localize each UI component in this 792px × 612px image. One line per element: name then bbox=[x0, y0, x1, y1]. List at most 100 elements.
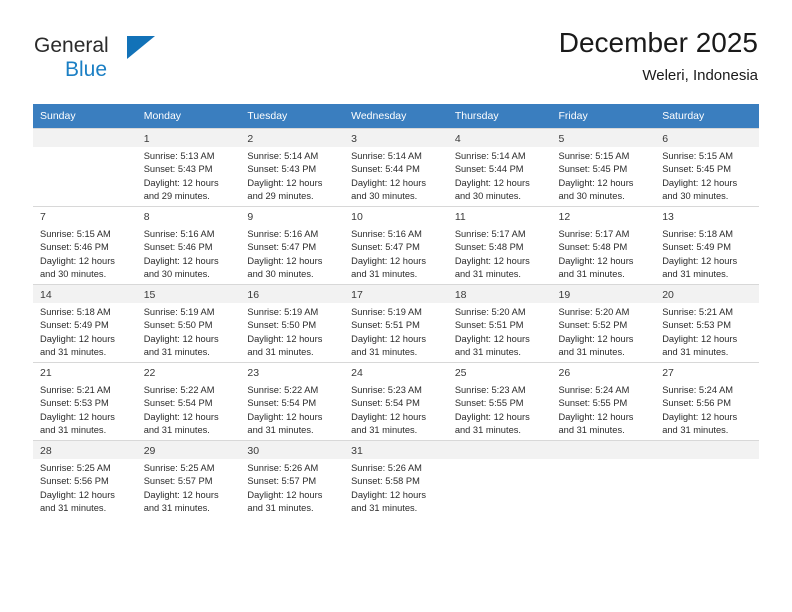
calendar-day-cell[interactable]: 21 Sunrise: 5:21 AM Sunset: 5:53 PM Dayligh… bbox=[33, 362, 137, 440]
day-detail-lines: Sunrise: 5:20 AM Sunset: 5:52 PM Daylight:… bbox=[559, 306, 650, 359]
calendar-day-cell[interactable]: 2 Sunrise: 5:14 AM Sunset: 5:43 PM Daylight… bbox=[240, 128, 345, 206]
sunset-text: Sunset: 5:47 PM bbox=[247, 242, 317, 253]
day-detail-lines: Sunrise: 5:14 AM Sunset: 5:44 PM Daylight:… bbox=[351, 150, 442, 203]
daylight-text-line2: and 30 minutes. bbox=[351, 190, 418, 201]
calendar-day-cell[interactable]: 9 Sunrise: 5:16 AM Sunset: 5:47 PM Daylight… bbox=[240, 206, 345, 284]
daylight-text-line1: Daylight: 12 hours bbox=[247, 489, 323, 500]
daylight-text-line1: Daylight: 12 hours bbox=[558, 411, 634, 422]
day-number: 14 bbox=[40, 289, 52, 301]
calendar-day-cell[interactable]: 31 Sunrise: 5:26 AM Sunset: 5:58 PM Dayligh… bbox=[344, 440, 448, 518]
sunrise-text: Sunrise: 5:19 AM bbox=[143, 307, 215, 317]
day-detail-lines: Sunrise: 5:20 AM Sunset: 5:51 PM Daylight:… bbox=[455, 306, 546, 359]
calendar-day-cell[interactable] bbox=[447, 440, 552, 518]
calendar-day-cell[interactable]: 23 Sunrise: 5:22 AM Sunset: 5:54 PM Dayligh… bbox=[240, 362, 345, 440]
day-cell-content: 2 Sunrise: 5:14 AM Sunset: 5:43 PM Daylight… bbox=[240, 128, 345, 206]
daylight-text-line2: and 30 minutes. bbox=[662, 190, 729, 201]
calendar-day-cell[interactable]: 25 Sunrise: 5:23 AM Sunset: 5:55 PM Dayligh… bbox=[447, 362, 552, 440]
daylight-text-line2: and 31 minutes. bbox=[247, 502, 314, 513]
calendar-day-cell[interactable]: 10 Sunrise: 5:16 AM Sunset: 5:47 PM Dayligh… bbox=[344, 206, 448, 284]
sunrise-text: Sunrise: 5:25 AM bbox=[143, 463, 215, 473]
calendar-week-row: 28 Sunrise: 5:25 AM Sunset: 5:56 PM Dayligh… bbox=[33, 440, 759, 518]
daylight-text-line1: Daylight: 12 hours bbox=[558, 255, 634, 266]
day-number: 7 bbox=[40, 211, 46, 223]
calendar-day-cell[interactable]: 11 Sunrise: 5:17 AM Sunset: 5:48 PM Dayligh… bbox=[447, 206, 552, 284]
calendar-day-cell[interactable]: 18 Sunrise: 5:20 AM Sunset: 5:51 PM Dayligh… bbox=[447, 284, 552, 362]
daylight-text-line2: and 31 minutes. bbox=[351, 424, 418, 435]
calendar-day-cell[interactable]: 5 Sunrise: 5:15 AM Sunset: 5:45 PM Daylight… bbox=[551, 128, 656, 206]
calendar-day-cell[interactable] bbox=[33, 128, 137, 206]
daylight-text-line1: Daylight: 12 hours bbox=[351, 411, 427, 422]
calendar-day-cell[interactable]: 8 Sunrise: 5:16 AM Sunset: 5:46 PM Daylight… bbox=[136, 206, 241, 284]
daylight-text-line2: and 31 minutes. bbox=[454, 268, 521, 279]
daylight-text-line1: Daylight: 12 hours bbox=[247, 411, 323, 422]
calendar-day-cell[interactable]: 4 Sunrise: 5:14 AM Sunset: 5:44 PM Daylight… bbox=[447, 128, 552, 206]
daylight-text-line2: and 31 minutes. bbox=[454, 424, 521, 435]
sunrise-text: Sunrise: 5:16 AM bbox=[351, 229, 422, 239]
day-number: 9 bbox=[247, 211, 254, 223]
day-cell-content: 15 Sunrise: 5:19 AM Sunset: 5:50 PM Dayligh… bbox=[136, 284, 241, 362]
sunset-text: Sunset: 5:49 PM bbox=[662, 242, 731, 253]
calendar-day-cell[interactable]: 3 Sunrise: 5:14 AM Sunset: 5:44 PM Daylight… bbox=[344, 128, 448, 206]
daylight-text-line2: and 30 minutes. bbox=[454, 190, 521, 201]
calendar-day-cell[interactable]: 24 Sunrise: 5:23 AM Sunset: 5:54 PM Dayligh… bbox=[344, 362, 448, 440]
day-detail-lines: Sunrise: 5:23 AM Sunset: 5:55 PM Daylight:… bbox=[455, 384, 546, 437]
calendar-day-cell[interactable]: 20 Sunrise: 5:21 AM Sunset: 5:53 PM Dayligh… bbox=[655, 284, 759, 362]
day-number: 1 bbox=[143, 133, 150, 145]
day-cell-content: 6 Sunrise: 5:15 AM Sunset: 5:45 PM Daylight… bbox=[655, 128, 759, 206]
day-number: 31 bbox=[351, 445, 363, 457]
day-number: 2 bbox=[247, 133, 254, 145]
sunrise-text: Sunrise: 5:13 AM bbox=[143, 151, 215, 161]
sunrise-text: Sunrise: 5:25 AM bbox=[40, 463, 111, 473]
calendar-day-cell[interactable]: 13 Sunrise: 5:18 AM Sunset: 5:49 PM Dayligh… bbox=[655, 206, 759, 284]
day-cell-content: 8 Sunrise: 5:16 AM Sunset: 5:46 PM Daylight… bbox=[136, 206, 241, 284]
calendar-day-cell[interactable]: 12 Sunrise: 5:17 AM Sunset: 5:48 PM Dayligh… bbox=[551, 206, 656, 284]
day-cell-content: 13 Sunrise: 5:18 AM Sunset: 5:49 PM Dayligh… bbox=[655, 206, 759, 284]
daylight-text-line1: Daylight: 12 hours bbox=[351, 255, 427, 266]
daylight-text-line2: and 31 minutes. bbox=[40, 424, 107, 435]
calendar-day-cell[interactable]: 6 Sunrise: 5:15 AM Sunset: 5:45 PM Daylight… bbox=[655, 128, 759, 206]
calendar-week-row: 7 Sunrise: 5:15 AM Sunset: 5:46 PM Daylight… bbox=[33, 206, 759, 284]
calendar-day-cell[interactable]: 26 Sunrise: 5:24 AM Sunset: 5:55 PM Dayligh… bbox=[551, 362, 656, 440]
calendar-day-cell[interactable]: 1 Sunrise: 5:13 AM Sunset: 5:43 PM Daylight… bbox=[136, 128, 241, 206]
calendar-day-cell[interactable]: 27 Sunrise: 5:24 AM Sunset: 5:56 PM Dayligh… bbox=[655, 362, 759, 440]
general-blue-logo[interactable]: General Blue bbox=[34, 34, 164, 86]
calendar-day-cell[interactable]: 17 Sunrise: 5:19 AM Sunset: 5:51 PM Dayligh… bbox=[344, 284, 448, 362]
calendar-day-cell[interactable]: 30 Sunrise: 5:26 AM Sunset: 5:57 PM Dayligh… bbox=[240, 440, 345, 518]
day-number: 19 bbox=[558, 289, 571, 301]
daylight-text-line1: Daylight: 12 hours bbox=[558, 177, 634, 188]
daylight-text-line2: and 31 minutes. bbox=[351, 346, 418, 357]
day-detail-lines: Sunrise: 5:16 AM Sunset: 5:47 PM Daylight:… bbox=[247, 228, 338, 281]
day-cell-background bbox=[655, 459, 759, 518]
calendar-day-cell[interactable]: 19 Sunrise: 5:20 AM Sunset: 5:52 PM Dayligh… bbox=[551, 284, 656, 362]
day-cell-content: 30 Sunrise: 5:26 AM Sunset: 5:57 PM Dayligh… bbox=[240, 440, 345, 518]
sunset-text: Sunset: 5:50 PM bbox=[247, 320, 317, 331]
calendar-day-cell[interactable]: 15 Sunrise: 5:19 AM Sunset: 5:50 PM Dayligh… bbox=[136, 284, 241, 362]
day-cell-content: 19 Sunrise: 5:20 AM Sunset: 5:52 PM Dayligh… bbox=[551, 284, 656, 362]
calendar-day-cell[interactable]: 22 Sunrise: 5:22 AM Sunset: 5:54 PM Dayligh… bbox=[136, 362, 241, 440]
calendar-day-cell[interactable]: 28 Sunrise: 5:25 AM Sunset: 5:56 PM Dayligh… bbox=[33, 440, 137, 518]
daylight-text-line1: Daylight: 12 hours bbox=[351, 489, 427, 500]
calendar-day-cell[interactable]: 7 Sunrise: 5:15 AM Sunset: 5:46 PM Daylight… bbox=[33, 206, 137, 284]
sunrise-text: Sunrise: 5:15 AM bbox=[662, 151, 734, 161]
sunrise-text: Sunrise: 5:16 AM bbox=[247, 229, 319, 239]
calendar-day-cell[interactable] bbox=[551, 440, 656, 518]
day-cell-content bbox=[655, 440, 759, 518]
daylight-text-line2: and 31 minutes. bbox=[40, 346, 107, 357]
day-cell-content: 12 Sunrise: 5:17 AM Sunset: 5:48 PM Dayligh… bbox=[551, 206, 656, 284]
calendar-day-cell[interactable]: 16 Sunrise: 5:19 AM Sunset: 5:50 PM Dayligh… bbox=[240, 284, 345, 362]
day-detail-lines: Sunrise: 5:17 AM Sunset: 5:48 PM Daylight:… bbox=[455, 228, 546, 281]
day-number: 20 bbox=[662, 289, 674, 301]
calendar-day-cell[interactable] bbox=[655, 440, 759, 518]
day-detail-lines: Sunrise: 5:17 AM Sunset: 5:48 PM Daylight:… bbox=[559, 228, 650, 281]
calendar-day-cell[interactable]: 14 Sunrise: 5:18 AM Sunset: 5:49 PM Dayligh… bbox=[33, 284, 137, 362]
calendar-day-cell[interactable]: 29 Sunrise: 5:25 AM Sunset: 5:57 PM Dayligh… bbox=[136, 440, 241, 518]
daylight-text-line1: Daylight: 12 hours bbox=[454, 177, 530, 188]
day-detail-lines: Sunrise: 5:18 AM Sunset: 5:49 PM Daylight:… bbox=[40, 306, 131, 359]
daylight-text-line2: and 30 minutes. bbox=[247, 268, 314, 279]
day-cell-content: 5 Sunrise: 5:15 AM Sunset: 5:45 PM Daylight… bbox=[551, 128, 656, 206]
brand-name-blue: Blue bbox=[65, 58, 108, 81]
daylight-text-line1: Daylight: 12 hours bbox=[143, 333, 219, 344]
sunrise-text: Sunrise: 5:17 AM bbox=[558, 229, 630, 239]
daylight-text-line2: and 31 minutes. bbox=[558, 268, 625, 279]
sunrise-text: Sunrise: 5:14 AM bbox=[247, 151, 319, 161]
